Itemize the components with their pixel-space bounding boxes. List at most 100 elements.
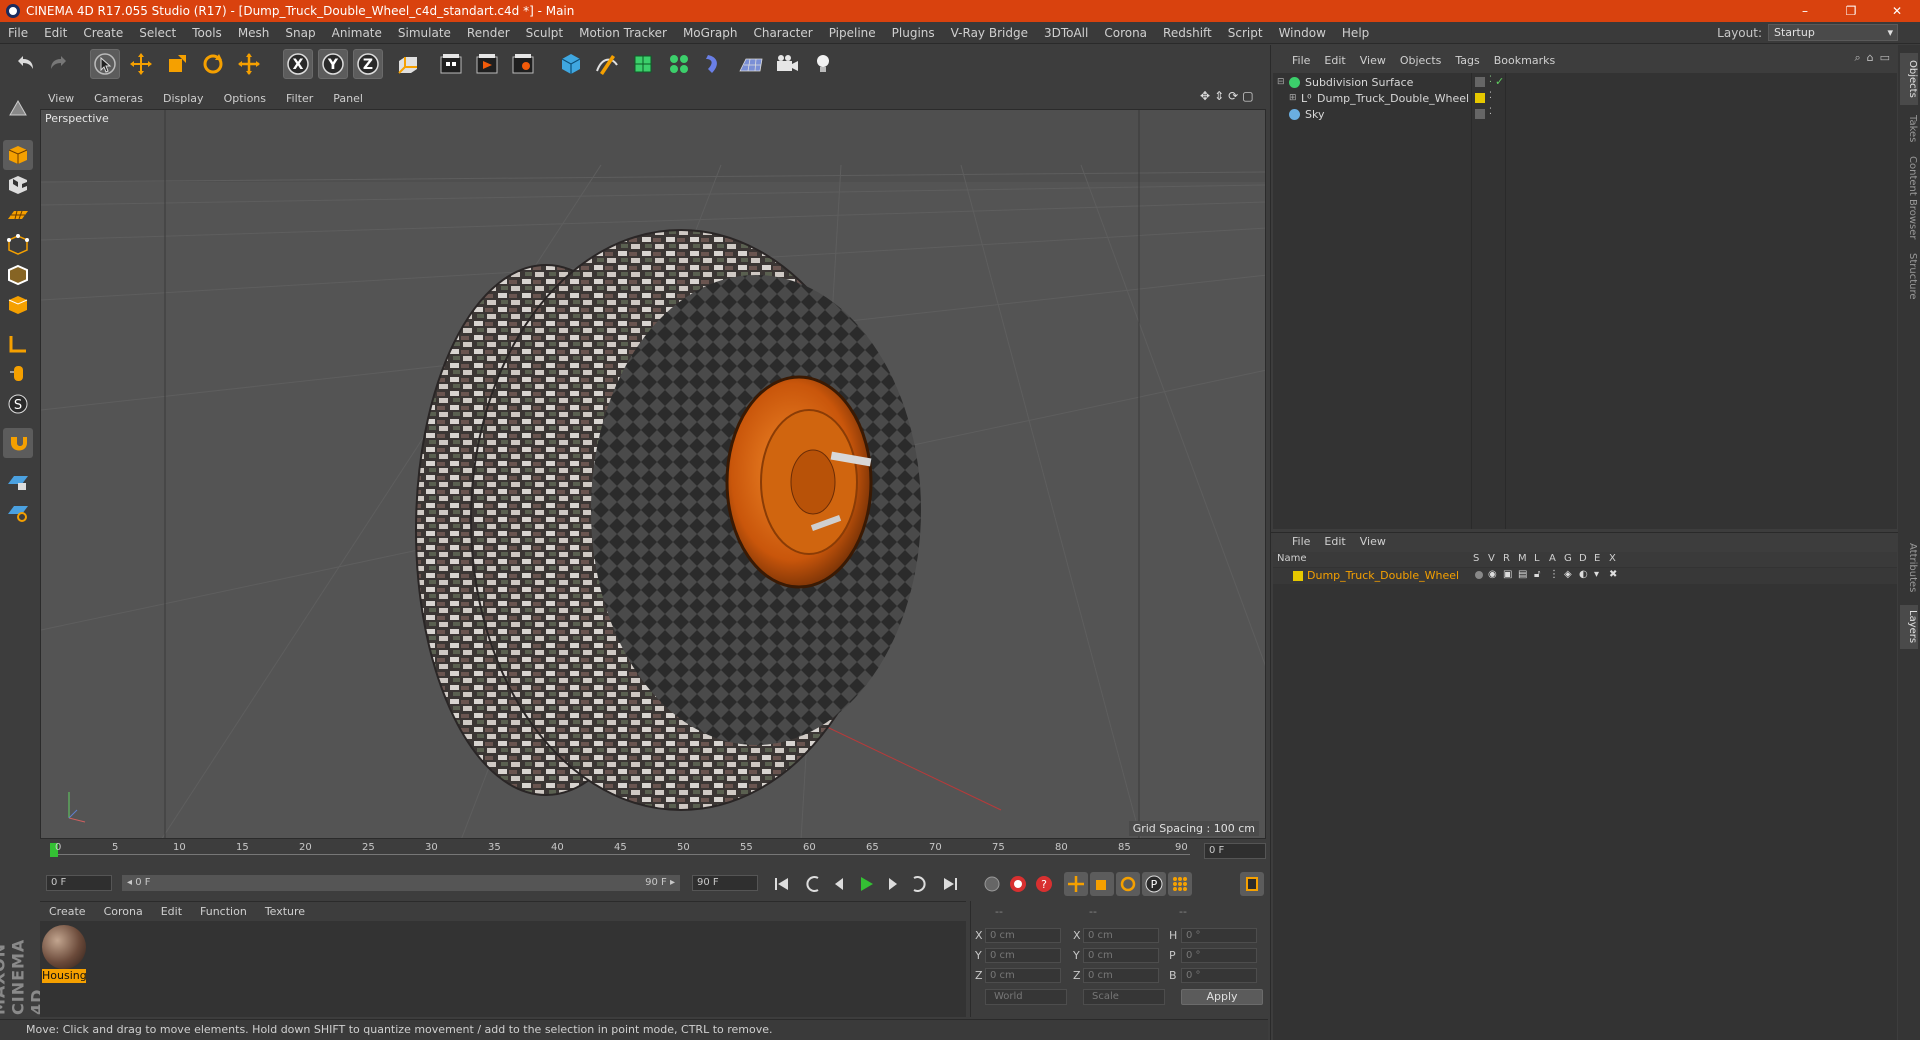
render-picture-viewer-icon[interactable]	[472, 49, 502, 79]
coord-rot-p-field[interactable]: 0 °	[1181, 948, 1257, 963]
autokeying-icon[interactable]	[1006, 872, 1030, 896]
menu-redshift[interactable]: Redshift	[1155, 26, 1220, 40]
point-level-animation-icon[interactable]	[1168, 872, 1192, 896]
tab-takes[interactable]: Takes	[1900, 109, 1918, 149]
coord-size-x-field[interactable]: 0 cm	[1083, 928, 1159, 943]
viewport-menu-options[interactable]: Options	[214, 92, 276, 105]
object-menu-view[interactable]: View	[1353, 54, 1393, 67]
render-toggle-icon[interactable]: ▣	[1503, 569, 1512, 580]
scale-key-icon[interactable]	[1090, 872, 1114, 896]
previous-key-icon[interactable]	[802, 872, 826, 896]
locked-toggle-icon[interactable]: 🔓︎	[1534, 569, 1540, 580]
collapse-icon[interactable]: ⊟	[1277, 77, 1285, 87]
maximize-view-icon[interactable]: ▢	[1242, 89, 1253, 103]
edit-render-settings-icon[interactable]	[508, 49, 538, 79]
solo-icon[interactable]: S	[3, 389, 33, 419]
go-to-end-icon[interactable]	[938, 872, 962, 896]
material-menu-function[interactable]: Function	[191, 905, 256, 918]
menu-animate[interactable]: Animate	[324, 26, 390, 40]
light-icon[interactable]	[808, 49, 838, 79]
material-housing-thumbnail[interactable]	[42, 925, 86, 969]
layer-row[interactable]: Dump_Truck_Double_Wheel ◉ ▣ ▤ 🔓︎ ⋮ ◈ ◐ ▾…	[1273, 568, 1897, 584]
pan-view-icon[interactable]: ✥	[1200, 89, 1210, 103]
lock-workplane-icon[interactable]	[3, 467, 33, 497]
material-housing-label[interactable]: Housing	[42, 969, 87, 983]
tab-attributes[interactable]: Attributes	[1900, 535, 1918, 601]
planar-workplane-icon[interactable]	[3, 497, 33, 527]
layer-color-swatch[interactable]	[1293, 571, 1303, 581]
xref-toggle-icon[interactable]: ✖	[1609, 569, 1617, 580]
move-icon[interactable]	[126, 49, 156, 79]
object-row-dump-truck[interactable]: ⊞ L⁰ Dump_Truck_Double_Wheel ⁚	[1273, 91, 1897, 107]
camera-icon[interactable]	[772, 49, 802, 79]
visible-toggle-icon[interactable]: ◉	[1488, 569, 1497, 580]
menu-snap[interactable]: Snap	[277, 26, 323, 40]
menu-corona[interactable]: Corona	[1096, 26, 1155, 40]
viewport-menu-panel[interactable]: Panel	[323, 92, 373, 105]
position-key-icon[interactable]	[1064, 872, 1088, 896]
viewport-menu-cameras[interactable]: Cameras	[84, 92, 153, 105]
previous-frame-icon[interactable]	[828, 872, 852, 896]
play-forward-icon[interactable]	[854, 872, 878, 896]
menu-3dtoall[interactable]: 3DToAll	[1036, 26, 1096, 40]
menu-render[interactable]: Render	[459, 26, 518, 40]
redo-icon[interactable]	[44, 49, 74, 79]
cloner-icon[interactable]	[664, 49, 694, 79]
viewport-menu-view[interactable]: View	[38, 92, 84, 105]
next-frame-icon[interactable]	[880, 872, 904, 896]
menu-plugins[interactable]: Plugins	[884, 26, 943, 40]
enabled-check-icon[interactable]: ✓	[1495, 75, 1504, 88]
undo-icon[interactable]	[10, 49, 40, 79]
menu-mograph[interactable]: MoGraph	[675, 26, 746, 40]
menu-simulate[interactable]: Simulate	[390, 26, 459, 40]
material-menu-create[interactable]: Create	[40, 905, 95, 918]
polygons-mode-icon[interactable]	[3, 290, 33, 320]
coord-rot-b-field[interactable]: 0 °	[1181, 968, 1257, 983]
object-name[interactable]: Dump_Truck_Double_Wheel	[1317, 92, 1469, 105]
recent-tool-icon[interactable]	[234, 49, 264, 79]
coord-pos-y-field[interactable]: 0 cm	[985, 948, 1061, 963]
next-key-icon[interactable]	[906, 872, 930, 896]
search-icon[interactable]: ⌕	[1854, 51, 1860, 65]
pen-icon[interactable]	[592, 49, 622, 79]
end-frame-field[interactable]: 90 F	[692, 875, 758, 891]
tab-structure[interactable]: Structure	[1900, 247, 1918, 305]
menu-edit[interactable]: Edit	[36, 26, 75, 40]
viewport-perspective[interactable]: Perspective Grid Spacing : 100 cm	[40, 109, 1266, 839]
menu-pipeline[interactable]: Pipeline	[821, 26, 884, 40]
object-menu-file[interactable]: File	[1285, 54, 1317, 67]
deformer-icon[interactable]	[700, 49, 730, 79]
new-view-icon[interactable]: ▭	[1880, 51, 1890, 65]
coord-size-z-field[interactable]: 0 cm	[1083, 968, 1159, 983]
expand-icon[interactable]: ⊞	[1289, 93, 1297, 103]
menu-mesh[interactable]: Mesh	[230, 26, 278, 40]
visibility-dots-icon[interactable]: ⁚	[1489, 75, 1492, 85]
object-menu-edit[interactable]: Edit	[1317, 54, 1352, 67]
viewport-menu-display[interactable]: Display	[153, 92, 214, 105]
solo-toggle-icon[interactable]	[1475, 571, 1483, 579]
subdivision-icon[interactable]	[628, 49, 658, 79]
apply-button[interactable]: Apply	[1181, 989, 1263, 1005]
layer-tag-icon[interactable]	[1475, 109, 1485, 119]
start-frame-field[interactable]: 0 F	[46, 875, 112, 891]
object-name[interactable]: Sky	[1305, 108, 1324, 121]
menu-motion-tracker[interactable]: Motion Tracker	[571, 26, 675, 40]
coord-rot-h-field[interactable]: 0 °	[1181, 928, 1257, 943]
tweak-icon[interactable]	[3, 359, 33, 389]
visibility-dots-icon[interactable]: ⁚	[1489, 91, 1492, 101]
timeline-ruler[interactable]: 0 5 10 15 20 25 30 35 40 45 50 55 60 65 …	[50, 842, 1190, 860]
rotation-key-icon[interactable]	[1116, 872, 1140, 896]
layer-tag-icon[interactable]	[1475, 77, 1485, 87]
object-name[interactable]: Subdivision Surface	[1305, 76, 1413, 89]
object-menu-objects[interactable]: Objects	[1393, 54, 1449, 67]
timeline[interactable]: 0 5 10 15 20 25 30 35 40 45 50 55 60 65 …	[40, 840, 1268, 862]
object-menu-tags[interactable]: Tags	[1448, 54, 1486, 67]
model-mode-icon[interactable]	[3, 140, 33, 170]
snap-icon[interactable]	[3, 428, 33, 458]
menu-vray-bridge[interactable]: V-Ray Bridge	[943, 26, 1036, 40]
parameter-key-icon[interactable]: P	[1142, 872, 1166, 896]
live-selection-icon[interactable]	[90, 49, 120, 79]
make-editable-icon[interactable]	[3, 94, 33, 124]
material-menu-edit[interactable]: Edit	[152, 905, 191, 918]
go-to-start-icon[interactable]	[770, 872, 794, 896]
